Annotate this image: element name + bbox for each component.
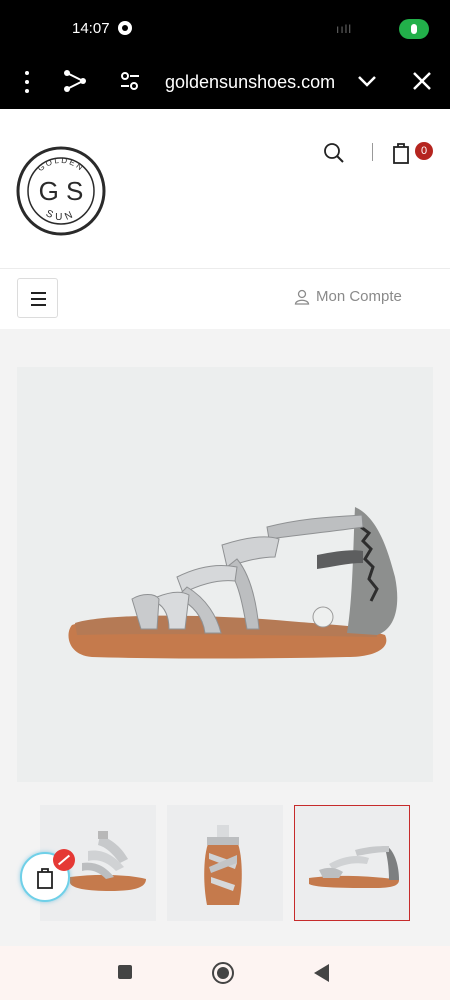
account-link[interactable]: Mon Compte — [294, 288, 402, 305]
signal-icon: ııll — [336, 22, 352, 36]
close-icon[interactable] — [411, 70, 433, 92]
header-divider — [372, 143, 373, 161]
browser-toolbar: goldensunshoes.com — [0, 56, 450, 109]
hamburger-menu-button[interactable] — [17, 278, 58, 318]
more-vert-icon[interactable] — [23, 68, 31, 96]
search-icon[interactable] — [321, 140, 347, 166]
mic-indicator-icon — [399, 19, 429, 39]
share-icon[interactable] — [62, 68, 88, 94]
whatsapp-notification-icon — [118, 21, 132, 35]
tune-icon[interactable] — [119, 70, 141, 92]
system-nav-bar — [0, 946, 450, 1000]
thumb-front-view[interactable] — [167, 805, 283, 921]
home-icon[interactable] — [212, 962, 234, 984]
sandal-image — [68, 507, 398, 659]
recents-icon[interactable] — [118, 965, 132, 979]
thumb-profile-view[interactable] — [294, 805, 410, 921]
account-label: Mon Compte — [316, 288, 402, 305]
status-time: 14:07 — [72, 20, 110, 37]
back-icon[interactable] — [314, 964, 329, 982]
brand-logo[interactable]: GOLDEN SUN G S — [16, 146, 106, 236]
logo-initials: G S — [39, 176, 84, 206]
product-main-image[interactable] — [17, 367, 433, 782]
shopping-bag-icon[interactable] — [388, 139, 418, 169]
status-bar: 14:07 ııll — [0, 0, 450, 56]
site-header: GOLDEN SUN G S 0 — [0, 109, 450, 269]
floating-cart-badge[interactable] — [53, 849, 75, 871]
nav-bar: Mon Compte — [0, 269, 450, 329]
url-field[interactable]: goldensunshoes.com — [165, 72, 335, 93]
user-icon — [294, 289, 310, 305]
cart-count-badge[interactable]: 0 — [415, 142, 433, 160]
chevron-down-icon[interactable] — [356, 70, 378, 92]
